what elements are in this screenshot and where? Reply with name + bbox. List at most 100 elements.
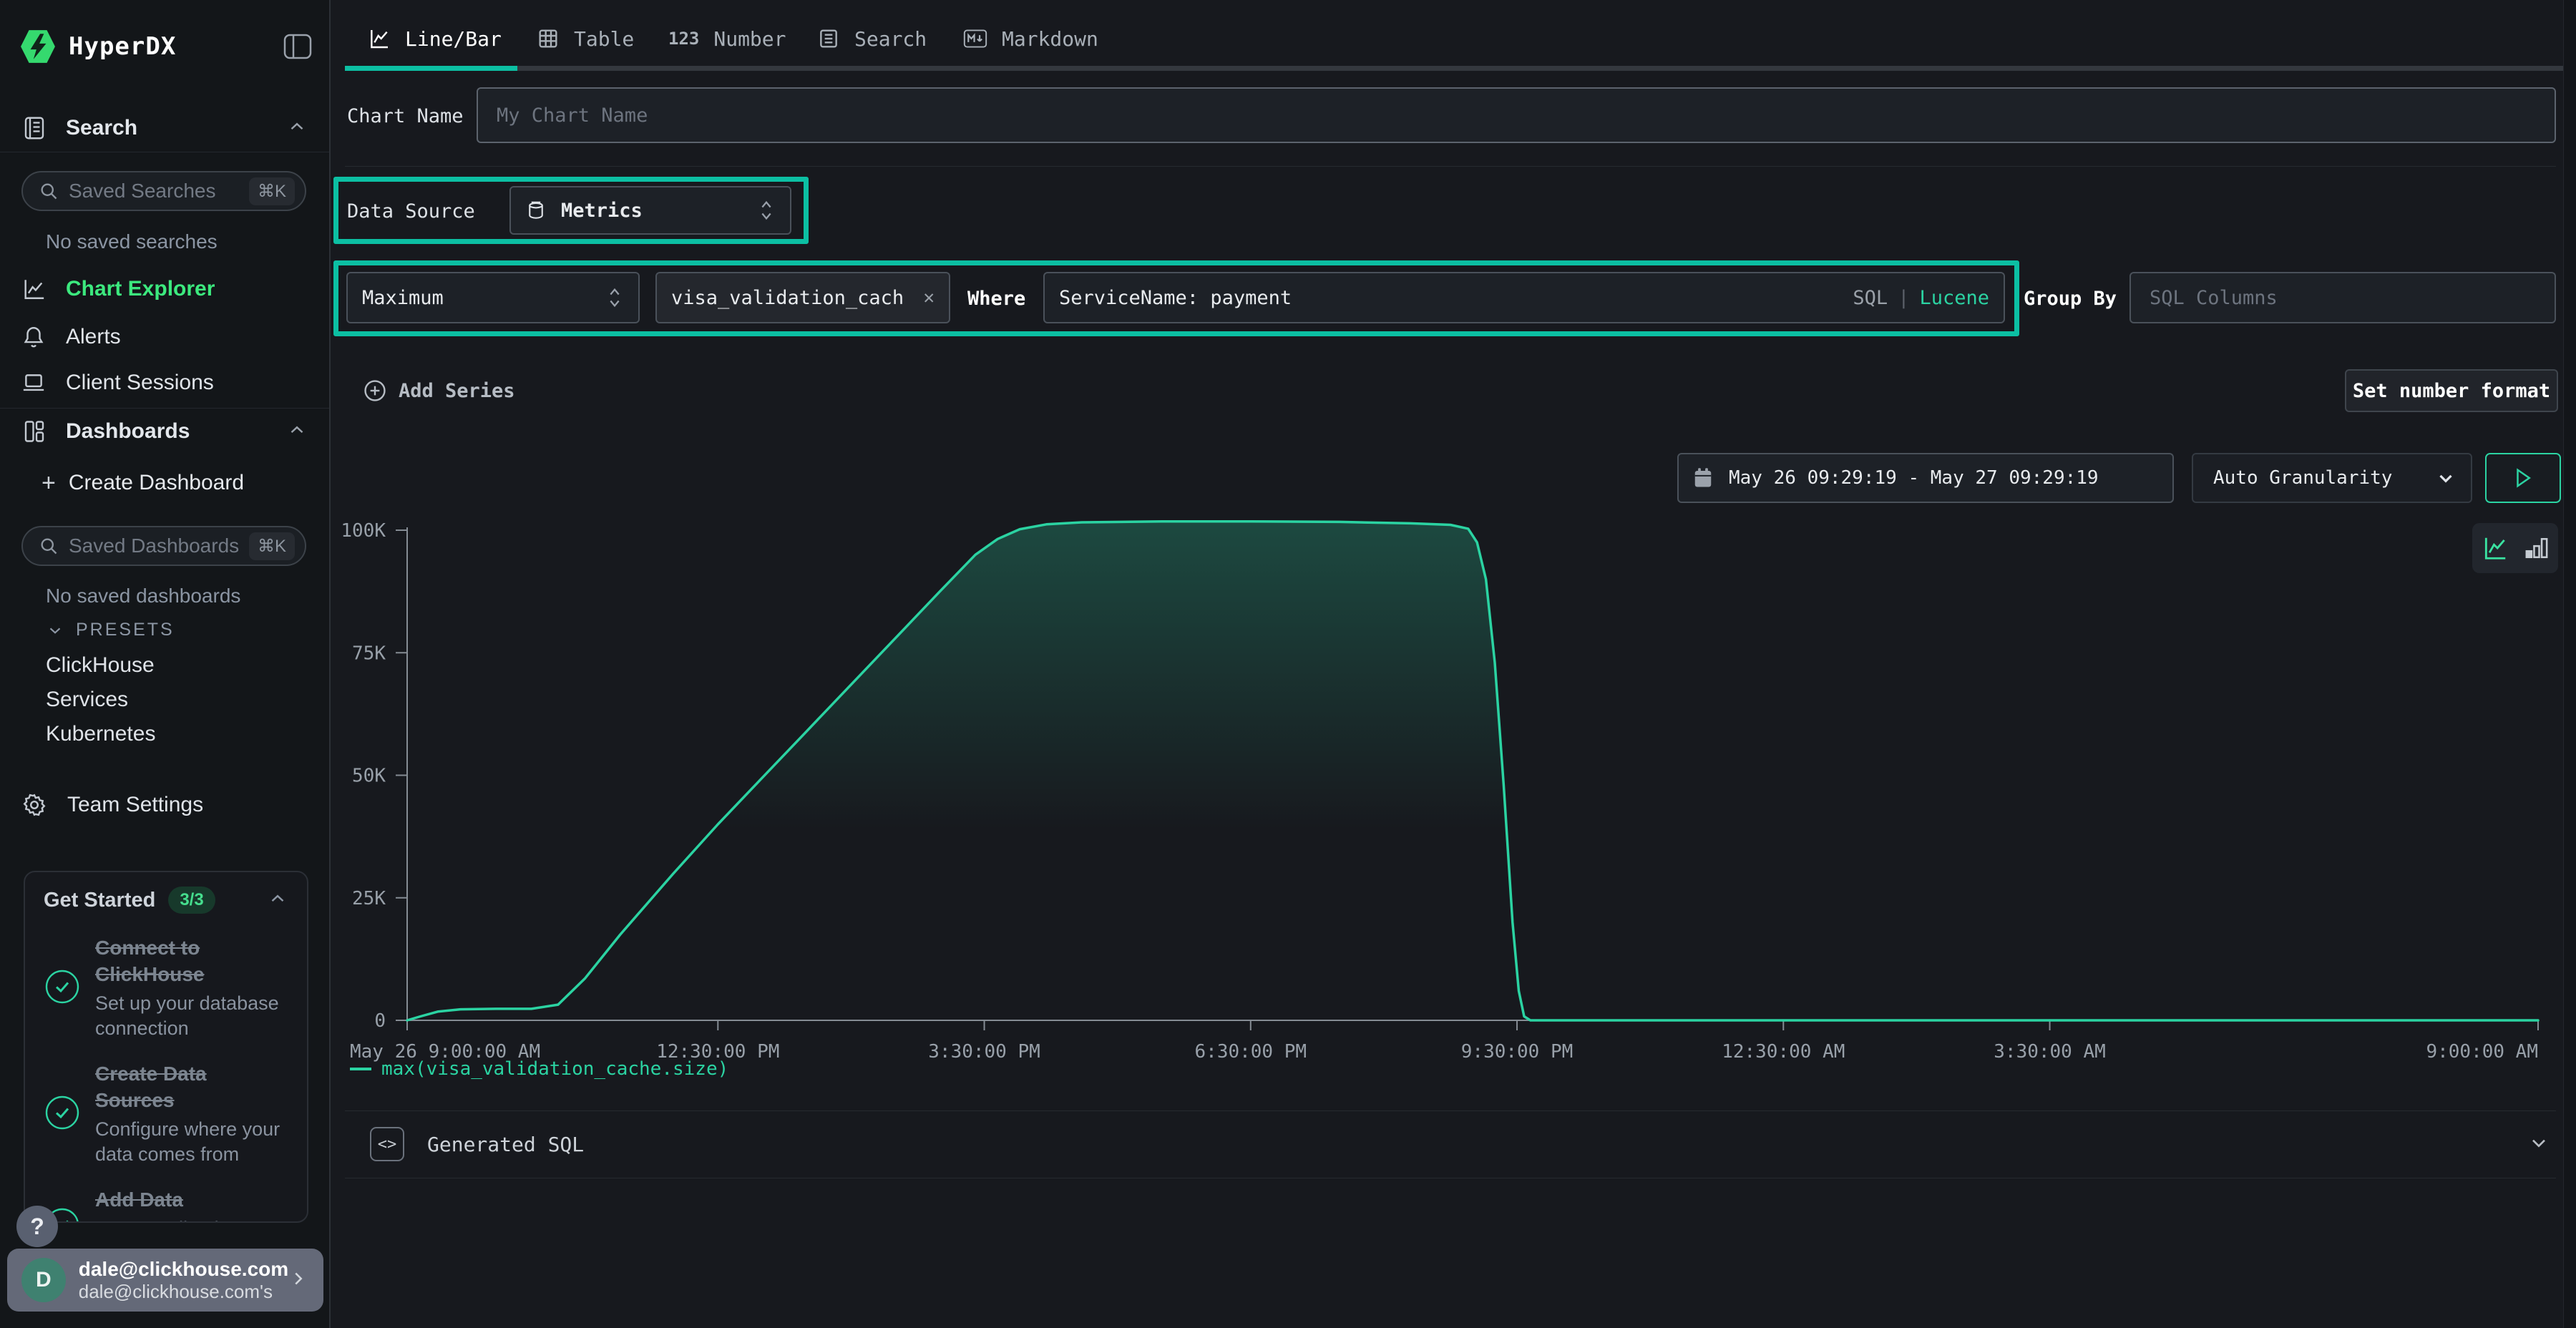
series-area: [407, 522, 2538, 1020]
task-text: Add Data Start sending logs, metrics, or…: [95, 1187, 290, 1223]
data-source-select[interactable]: Metrics: [509, 186, 791, 235]
x-axis-label: 9:30:00 PM: [1461, 1041, 1574, 1063]
get-started-header[interactable]: Get Started 3/3: [25, 872, 307, 921]
granularity-select[interactable]: Auto Granularity: [2192, 453, 2472, 503]
markdown-icon: [963, 28, 987, 49]
help-button[interactable]: ?: [16, 1206, 58, 1247]
saved-dashboards-field[interactable]: [69, 534, 249, 557]
x-axis-label: 3:30:00 PM: [928, 1041, 1040, 1063]
aggregation-value: Maximum: [362, 287, 444, 309]
tab-table[interactable]: Table: [537, 16, 644, 62]
get-started-item[interactable]: Connect to ClickHouse Set up your databa…: [25, 921, 307, 1047]
preset-item-kubernetes[interactable]: Kubernetes: [46, 722, 155, 746]
shortcut-badge: ⌘K: [249, 532, 295, 560]
task-desc: Configure where your data comes from: [95, 1117, 290, 1167]
tab-label: Markdown: [1002, 27, 1098, 51]
tab-label: Number: [713, 27, 786, 51]
logo-row: HyperDX: [20, 21, 312, 72]
journal-icon: [21, 115, 47, 141]
chart-legend[interactable]: max(visa_validation_cache.size): [350, 1058, 728, 1080]
generated-sql-label: Generated SQL: [427, 1133, 584, 1156]
database-icon: [525, 200, 547, 221]
saved-searches-input[interactable]: ⌘K: [21, 171, 306, 211]
chart-name-input[interactable]: [477, 87, 2556, 143]
nav-label: Client Sessions: [66, 371, 214, 395]
where-input[interactable]: ServiceName: payment SQL | Lucene: [1043, 272, 2005, 323]
x-axis-label: 6:30:00 PM: [1195, 1041, 1307, 1063]
x-axis-label: 9:00:00 AM: [2426, 1041, 2538, 1063]
divider: [345, 166, 2556, 167]
nav-label: Team Settings: [67, 793, 203, 817]
create-dashboard-button[interactable]: + Create Dashboard: [42, 471, 244, 495]
set-number-format-button[interactable]: Set number format: [2345, 369, 2558, 412]
presets-toggle[interactable]: PRESETS: [46, 620, 175, 640]
tab-line-bar[interactable]: Line/Bar: [368, 16, 511, 62]
tab-label: Table: [574, 27, 634, 51]
scrollbar[interactable]: [2563, 0, 2576, 1328]
user-name: dale@clickhouse.com: [79, 1258, 288, 1281]
sidebar-item-alerts[interactable]: Alerts: [0, 317, 329, 357]
group-by-input[interactable]: [2129, 272, 2556, 323]
where-value: ServiceName: payment: [1059, 287, 1292, 309]
y-axis-label: 50K: [352, 766, 386, 787]
preset-item-services[interactable]: Services: [46, 688, 128, 712]
tabs-underline: [345, 66, 2576, 71]
user-info: dale@clickhouse.com dale@clickhouse.com'…: [79, 1258, 288, 1303]
run-query-button[interactable]: [2485, 453, 2561, 503]
metric-token[interactable]: visa_validation_cach ✕: [655, 272, 950, 323]
add-series-label: Add Series: [399, 380, 515, 402]
sql-mode-toggle[interactable]: SQL: [1853, 287, 1888, 309]
timeseries-chart[interactable]: 025K50K75K100KMay 26 9:00:00 AM12:30:00 …: [331, 501, 2576, 1088]
aggregation-select[interactable]: Maximum: [346, 272, 640, 323]
task-desc: Start sending logs, metrics, or traces: [95, 1216, 290, 1223]
123-icon: 123: [668, 29, 699, 49]
user-menu[interactable]: D dale@clickhouse.com dale@clickhouse.co…: [7, 1249, 323, 1312]
gear-icon: [21, 792, 47, 818]
where-label: Where: [967, 288, 1025, 310]
add-series-button[interactable]: Add Series: [363, 371, 515, 411]
table-icon: [537, 27, 560, 50]
tab-markdown[interactable]: Markdown: [963, 16, 1106, 62]
date-range-picker[interactable]: May 26 09:29:19 - May 27 09:29:19: [1677, 453, 2174, 503]
lucene-mode-toggle[interactable]: Lucene: [1919, 287, 1989, 309]
updown-chevron-icon: [757, 198, 776, 223]
sidebar-item-team-settings[interactable]: Team Settings: [0, 785, 329, 825]
group-by-label: Group By: [2024, 288, 2117, 310]
plus-circle-icon: [363, 379, 387, 403]
chevron-up-icon: [286, 116, 308, 141]
no-saved-searches-text: No saved searches: [46, 230, 218, 253]
plus-icon: +: [42, 471, 56, 495]
code-icon: <>: [370, 1127, 404, 1161]
sidebar-item-chart-explorer[interactable]: Chart Explorer: [0, 269, 329, 309]
preset-item-clickhouse[interactable]: ClickHouse: [46, 653, 155, 678]
task-title: Connect to ClickHouse: [95, 935, 290, 988]
sidebar-item-client-sessions[interactable]: Client Sessions: [0, 363, 329, 403]
chart-plot-area[interactable]: 025K50K75K100KMay 26 9:00:00 AM12:30:00 …: [331, 501, 2576, 1088]
generated-sql-toggle[interactable]: <> Generated SQL: [345, 1111, 2556, 1177]
chart-line-icon: [21, 277, 46, 301]
nav-label: Chart Explorer: [66, 277, 215, 301]
sidebar-section-dashboards[interactable]: Dashboards: [0, 411, 329, 452]
sidebar-collapse-icon[interactable]: [283, 34, 312, 59]
presets-label: PRESETS: [76, 620, 175, 640]
saved-dashboards-input[interactable]: ⌘K: [21, 526, 306, 566]
calendar-icon: [1693, 467, 1713, 489]
toggle-separator: |: [1898, 287, 1909, 309]
remove-metric-icon[interactable]: ✕: [923, 287, 935, 308]
x-axis-label: 12:30:00 AM: [1722, 1041, 1845, 1063]
chevron-up-icon: [286, 419, 308, 444]
y-axis-label: 25K: [352, 888, 386, 909]
get-started-item[interactable]: Add Data Start sending logs, metrics, or…: [25, 1173, 307, 1223]
sidebar-section-search[interactable]: Search: [0, 107, 329, 149]
tab-number[interactable]: 123 Number: [668, 16, 790, 62]
tab-search[interactable]: Search: [817, 16, 932, 62]
get-started-item[interactable]: Create Data Sources Configure where your…: [25, 1047, 307, 1173]
tab-label: Search: [854, 27, 927, 51]
chevron-up-icon[interactable]: [267, 888, 288, 913]
app-root: HyperDX Search ⌘K No saved searches Char…: [0, 0, 2576, 1328]
task-title: Create Data Sources: [95, 1061, 290, 1114]
search-icon: [39, 536, 59, 556]
chevron-down-icon: [2435, 467, 2457, 489]
date-range-value: May 26 09:29:19 - May 27 09:29:19: [1729, 467, 2099, 489]
saved-searches-field[interactable]: [69, 180, 249, 202]
